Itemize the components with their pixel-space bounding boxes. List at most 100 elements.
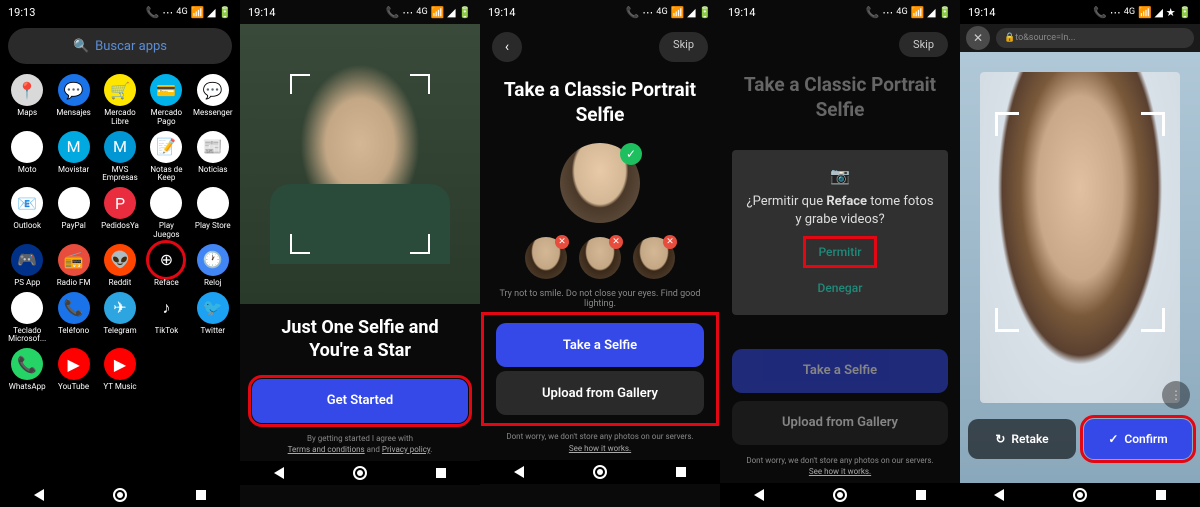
photo-preview: ⋮ ↻ Retake ✓ Confirm: [960, 52, 1200, 483]
app-label: Messenger: [193, 109, 233, 118]
nav-back[interactable]: [274, 467, 284, 479]
get-started-button[interactable]: Get Started: [252, 379, 468, 423]
nav-recents[interactable]: [916, 490, 926, 500]
status-icons: 📞 ⋯ 4G📶 ◢ 🔋: [866, 6, 952, 19]
app-notas-de-keep[interactable]: 📝Notas de Keep: [143, 131, 189, 184]
nav-back[interactable]: [34, 489, 44, 501]
share-icon[interactable]: ⋮: [1162, 381, 1190, 409]
app-icon: 🛒: [104, 74, 136, 106]
close-button[interactable]: ✕: [966, 26, 990, 50]
app-messenger[interactable]: 💬 Messenger: [190, 74, 236, 127]
nav-recents[interactable]: [196, 490, 206, 500]
app-icon: ▶: [104, 348, 136, 380]
deny-button[interactable]: Denegar: [746, 269, 934, 299]
app-reface[interactable]: ⊕Reface: [143, 244, 189, 288]
nav-bar: [240, 461, 480, 485]
app-icon: ♪: [150, 292, 182, 324]
allow-button[interactable]: Permitir: [806, 239, 873, 265]
app-moto[interactable]: ⓂMoto: [4, 131, 50, 184]
nav-back[interactable]: [754, 489, 764, 501]
status-bar: 19:14 📞 ⋯ 4G📶 ◢ 🔋: [720, 0, 960, 24]
nav-recents[interactable]: [1156, 490, 1166, 500]
url-bar[interactable]: 🔒 to&source=In...: [996, 28, 1194, 48]
app-yt-music[interactable]: ▶YT Music: [97, 348, 143, 392]
app-pedidosya[interactable]: PPedidosYa: [97, 187, 143, 240]
bad-face-2: ✕: [579, 237, 621, 279]
app-twitter[interactable]: 🐦Twitter: [190, 292, 236, 345]
app-telegram[interactable]: ✈ Telegram: [97, 292, 143, 345]
nav-back[interactable]: [994, 489, 1004, 501]
search-apps[interactable]: 🔍 Buscar apps: [8, 28, 232, 64]
app-mensajes[interactable]: 💬 Mensajes: [50, 74, 96, 127]
app-maps[interactable]: 📍Maps: [4, 74, 50, 127]
app-whatsapp[interactable]: 📞WhatsApp: [4, 348, 50, 392]
permission-text: ¿Permitir que Reface tome fotos y grabe …: [746, 193, 934, 229]
app-icon: 📰: [197, 131, 229, 163]
browser-bar: ✕ 🔒 to&source=In...: [960, 24, 1200, 52]
app-mvs-empresas[interactable]: MMVS Empresas: [97, 131, 143, 184]
x-icon: ✕: [555, 235, 569, 249]
skip-button[interactable]: Skip: [659, 32, 708, 62]
take-selfie-button[interactable]: Take a Selfie: [496, 323, 704, 367]
app-icon: 💬: [58, 74, 90, 106]
app-icon: 💬: [197, 74, 229, 106]
app-play-juegos[interactable]: ▶Play Juegos: [143, 187, 189, 240]
terms-text: By getting started I agree with Terms an…: [240, 427, 480, 461]
app-noticias[interactable]: 📰Noticias: [190, 131, 236, 184]
screen-app-drawer: 19:13 📞 ⋯ 4G📶 ◢ 🔋 🔍 Buscar apps 📍Maps💬Me…: [0, 0, 240, 507]
terms-link[interactable]: Terms and conditions: [288, 445, 365, 454]
app-icon: 💳: [150, 74, 182, 106]
nav-home[interactable]: [833, 488, 847, 502]
nav-recents[interactable]: [436, 468, 446, 478]
nav-home[interactable]: [353, 466, 367, 480]
app-mercado-libre[interactable]: 🛒Mercado Libre: [97, 74, 143, 127]
x-icon: ✕: [663, 235, 677, 249]
retake-icon: ↻: [995, 432, 1005, 446]
app-outlook[interactable]: 📧Outlook: [4, 187, 50, 240]
nav-bar: [960, 483, 1200, 507]
nav-home[interactable]: [113, 488, 127, 502]
disclaimer: Dont worry, we don't store any photos on…: [480, 425, 720, 459]
app-reddit[interactable]: 👽Reddit: [97, 244, 143, 288]
app-label: Telegram: [103, 327, 136, 336]
bad-face-3: ✕: [633, 237, 675, 279]
app-tiktok[interactable]: ♪TikTok: [143, 292, 189, 345]
upload-gallery-button[interactable]: Upload from Gallery: [496, 371, 704, 415]
retake-button[interactable]: ↻ Retake: [968, 419, 1076, 459]
app-youtube[interactable]: ▶YouTube: [50, 348, 96, 392]
app-play-store[interactable]: ▶Play Store: [190, 187, 236, 240]
app-radio-fm[interactable]: 📻Radio FM: [50, 244, 96, 288]
app-mercado-pago[interactable]: 💳 Mercado Pago: [143, 74, 189, 127]
app-label: Mercado Pago: [145, 109, 187, 127]
app-label: Reloj: [204, 279, 222, 288]
search-placeholder: Buscar apps: [95, 39, 167, 54]
nav-home[interactable]: [593, 465, 607, 479]
app-icon: ✈: [104, 292, 136, 324]
nav-back[interactable]: [514, 466, 524, 478]
app-icon: ⌨: [11, 292, 43, 324]
app-teclado-microsof-[interactable]: ⌨Teclado Microsof...: [4, 292, 50, 345]
back-button[interactable]: ‹: [492, 32, 522, 62]
app-icon: 📧: [11, 187, 43, 219]
app-icon: M: [104, 131, 136, 163]
how-it-works-link[interactable]: See how it works.: [569, 444, 631, 453]
check-icon: ✓: [620, 143, 642, 165]
status-bar: 19:13 📞 ⋯ 4G📶 ◢ 🔋: [0, 0, 240, 24]
headline: Just One Selfie and You're a Star: [240, 316, 480, 363]
app-label: Mensajes: [56, 109, 90, 118]
skip-button[interactable]: Skip: [899, 32, 948, 57]
app-label: YouTube: [58, 383, 89, 392]
app-label: Teléfono: [58, 327, 89, 336]
nav-recents[interactable]: [676, 467, 686, 477]
app-reloj[interactable]: 🕐Reloj: [190, 244, 236, 288]
nav-home[interactable]: [1073, 488, 1087, 502]
app-movistar[interactable]: MMovistar: [50, 131, 96, 184]
app-icon: 📞: [58, 292, 90, 324]
status-time: 19:14: [968, 6, 995, 19]
confirm-button[interactable]: ✓ Confirm: [1084, 419, 1192, 459]
app-paypal[interactable]: PPayPal: [50, 187, 96, 240]
app-ps-app[interactable]: 🎮PS App: [4, 244, 50, 288]
privacy-link[interactable]: Privacy policy: [382, 445, 430, 454]
app-tel-fono[interactable]: 📞 Teléfono: [50, 292, 96, 345]
sample-face-good: ✓: [560, 143, 640, 223]
